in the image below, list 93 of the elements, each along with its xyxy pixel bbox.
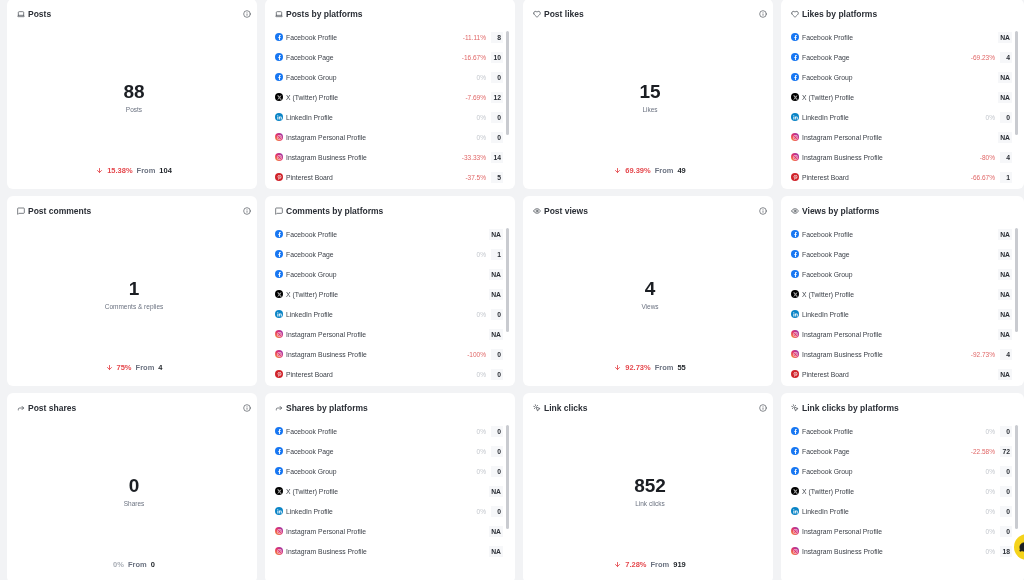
stat-value: 852: [634, 474, 666, 497]
pinterest-icon: [791, 370, 799, 378]
laptop-icon: [17, 10, 25, 18]
facebook-icon: [791, 270, 799, 278]
x-icon: [791, 93, 799, 101]
facebook-icon: [275, 270, 283, 278]
scrollbar-thumb[interactable]: [1015, 228, 1018, 332]
info-icon[interactable]: [759, 404, 767, 412]
instagram-icon: [275, 527, 283, 535]
instagram-icon: [275, 133, 283, 141]
facebook-icon: [275, 467, 283, 475]
card-title: Post shares: [28, 403, 78, 413]
pointer-click-icon: [533, 404, 541, 412]
card-title: Shares by platforms: [286, 403, 369, 413]
pinterest-icon: [275, 173, 283, 181]
linkedin-icon: [791, 507, 799, 515]
down-arrow-icon: [614, 364, 622, 371]
eye-icon: [791, 207, 799, 215]
facebook-icon: [275, 73, 283, 81]
info-icon[interactable]: [759, 207, 767, 215]
stat-value: 15: [639, 80, 661, 103]
instagram-icon: [791, 527, 799, 535]
info-icon[interactable]: [759, 10, 767, 18]
card-title: Views by platforms: [802, 206, 881, 216]
info-icon[interactable]: [243, 207, 251, 215]
instagram-icon: [275, 330, 283, 338]
scrollbar-thumb[interactable]: [1015, 31, 1018, 135]
card-title: Comments by platforms: [286, 206, 385, 216]
instagram-icon: [791, 153, 799, 161]
stat-value: 0: [128, 474, 140, 497]
scrollbar-thumb[interactable]: [506, 31, 509, 135]
scrollbar-thumb[interactable]: [1015, 425, 1018, 529]
x-icon: [791, 487, 799, 495]
instagram-icon: [791, 133, 799, 141]
facebook-icon: [791, 53, 799, 61]
facebook-icon: [791, 73, 799, 81]
card-title: Post views: [544, 206, 589, 216]
pointer-click-icon: [791, 404, 799, 412]
card-title: Likes by platforms: [802, 9, 879, 19]
eye-icon: [533, 207, 541, 215]
comment-icon: [275, 207, 283, 215]
instagram-icon: [791, 547, 799, 555]
card-title: Link clicks: [544, 403, 589, 413]
card-title: Post likes: [544, 9, 585, 19]
instagram-icon: [791, 350, 799, 358]
pinterest-icon: [275, 370, 283, 378]
facebook-icon: [791, 447, 799, 455]
stat-value: 4: [644, 277, 656, 300]
down-arrow-icon: [614, 561, 622, 568]
heart-icon: [533, 10, 541, 18]
facebook-icon: [791, 427, 799, 435]
scrollbar-thumb[interactable]: [506, 425, 509, 529]
pinterest-icon: [791, 173, 799, 181]
info-icon[interactable]: [243, 404, 251, 412]
x-icon: [275, 487, 283, 495]
card-title: Link clicks by platforms: [802, 403, 900, 413]
facebook-icon: [275, 53, 283, 61]
scrollbar-thumb[interactable]: [506, 228, 509, 332]
facebook-icon: [275, 250, 283, 258]
facebook-icon: [791, 33, 799, 41]
instagram-icon: [275, 547, 283, 555]
down-arrow-icon: [614, 167, 622, 174]
linkedin-icon: [791, 113, 799, 121]
instagram-icon: [791, 330, 799, 338]
share-icon: [17, 404, 25, 412]
linkedin-icon: [275, 507, 283, 515]
facebook-icon: [791, 250, 799, 258]
card-title: Posts: [28, 9, 53, 19]
facebook-icon: [275, 447, 283, 455]
share-icon: [275, 404, 283, 412]
card-title: Posts by platforms: [286, 9, 364, 19]
stat-value: 1: [128, 277, 140, 300]
linkedin-icon: [275, 113, 283, 121]
card-title: Post comments: [28, 206, 93, 216]
instagram-icon: [275, 350, 283, 358]
facebook-icon: [275, 427, 283, 435]
linkedin-icon: [275, 310, 283, 318]
x-icon: [275, 290, 283, 298]
info-icon[interactable]: [243, 10, 251, 18]
x-icon: [791, 290, 799, 298]
laptop-icon: [275, 10, 283, 18]
down-arrow-icon: [105, 364, 113, 371]
x-icon: [275, 93, 283, 101]
facebook-icon: [791, 467, 799, 475]
down-arrow-icon: [96, 167, 104, 174]
stat-value: 88: [123, 80, 145, 103]
heart-icon: [791, 10, 799, 18]
instagram-icon: [275, 153, 283, 161]
facebook-icon: [275, 33, 283, 41]
facebook-icon: [275, 230, 283, 238]
linkedin-icon: [791, 310, 799, 318]
comment-icon: [17, 207, 25, 215]
facebook-icon: [791, 230, 799, 238]
